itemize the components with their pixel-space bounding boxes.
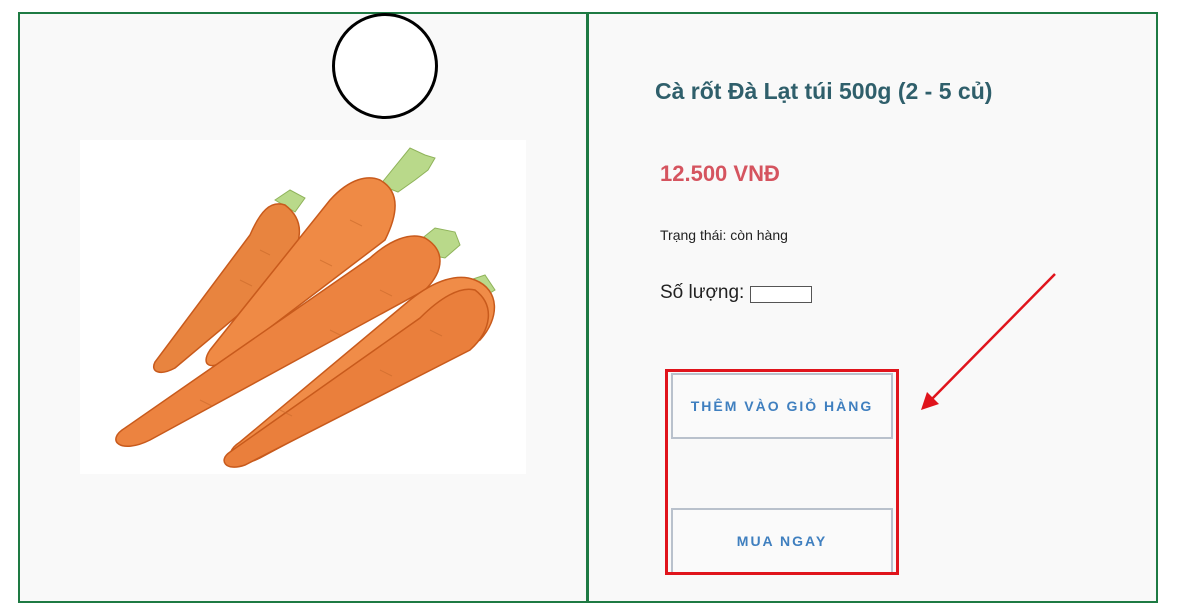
product-image xyxy=(80,140,526,474)
product-price: 12.500 VNĐ xyxy=(660,161,780,186)
quantity-label: Số lượng: xyxy=(660,282,745,303)
stock-status: Trạng thái: còn hàng xyxy=(660,227,788,243)
product-title: Cà rốt Đà Lạt túi 500g (2 - 5 củ) xyxy=(655,78,993,104)
quantity-input[interactable] xyxy=(750,286,812,303)
placeholder-circle xyxy=(332,13,438,119)
annotation-highlight-box xyxy=(665,369,899,575)
arrow-icon xyxy=(915,268,1065,418)
